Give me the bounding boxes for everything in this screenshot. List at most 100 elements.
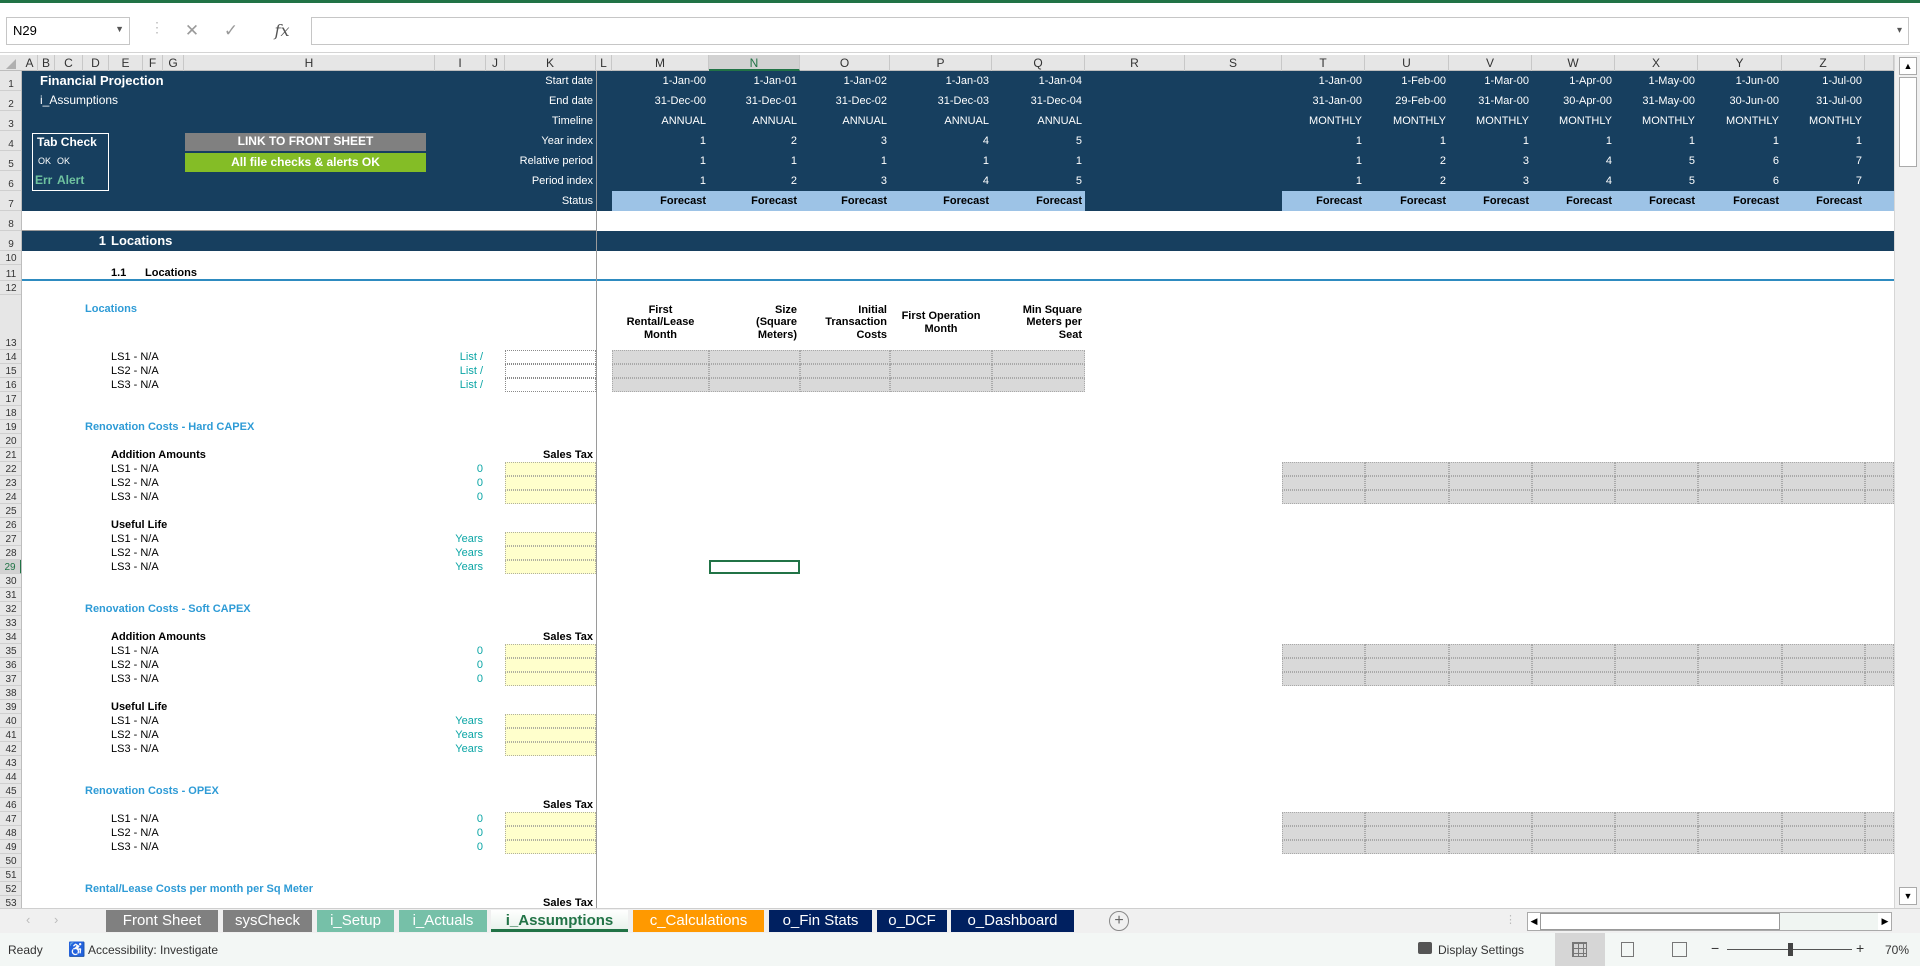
monthly-input-cell[interactable] [1365,490,1449,504]
row-header[interactable]: 41 [0,728,21,742]
monthly-input-cell[interactable] [1698,672,1782,686]
monthly-input-cell[interactable] [1698,812,1782,826]
monthly-input-cell[interactable] [1782,490,1865,504]
monthly-input-cell[interactable] [1698,826,1782,840]
vertical-scroll-thumb[interactable] [1899,77,1917,167]
column-header[interactable]: A [22,55,38,71]
row-header[interactable]: 2 [0,91,21,111]
row-header[interactable]: 5 [0,151,21,171]
row-header[interactable]: 39 [0,700,21,714]
column-header[interactable]: M [612,55,709,71]
vertical-scrollbar[interactable]: ▲ ▼ [1894,55,1920,908]
check-icon[interactable]: ✓ [216,17,246,45]
monthly-input-cell[interactable] [1865,462,1894,476]
column-header[interactable]: N [709,55,800,71]
column-header[interactable]: Y [1698,55,1782,71]
function-icon[interactable]: fx [267,17,297,45]
column-header[interactable]: R [1085,55,1185,71]
location-value-cell[interactable] [890,364,992,378]
column-header[interactable]: J [486,55,505,71]
monthly-input-cell[interactable] [1865,476,1894,490]
sheet-tab[interactable]: i_Assumptions [491,910,628,932]
horizontal-scroll-thumb[interactable] [1540,913,1780,930]
row-header[interactable]: 31 [0,588,21,602]
row-header[interactable]: 33 [0,616,21,630]
column-header[interactable]: D [83,55,109,71]
monthly-input-cell[interactable] [1865,826,1894,840]
location-value-cell[interactable] [800,378,890,392]
row-header[interactable]: 26 [0,518,21,532]
worksheet-grid[interactable]: Financial Projection i_Assumptions Tab Che… [22,71,1894,908]
monthly-input-cell[interactable] [1532,812,1615,826]
monthly-input-cell[interactable] [1365,644,1449,658]
monthly-input-cell[interactable] [1365,462,1449,476]
cancel-icon[interactable]: ✕ [177,17,207,45]
monthly-input-cell[interactable] [1532,490,1615,504]
monthly-input-cell[interactable] [1532,462,1615,476]
monthly-input-cell[interactable] [1782,462,1865,476]
row-header[interactable]: 51 [0,868,21,882]
row-header[interactable]: 21 [0,448,21,462]
location-input[interactable] [505,364,596,378]
select-all-icon[interactable] [6,59,16,69]
scroll-up-icon[interactable]: ▲ [1899,57,1917,75]
column-header[interactable]: W [1532,55,1615,71]
scroll-right-icon[interactable]: ▶ [1879,913,1891,930]
horizontal-scrollbar[interactable]: ◀ ▶ [1527,912,1892,931]
useful-life-input[interactable] [505,560,596,574]
location-value-cell[interactable] [612,364,709,378]
monthly-input-cell[interactable] [1865,644,1894,658]
row-header[interactable]: 12 [0,281,21,295]
monthly-input-cell[interactable] [1282,826,1365,840]
monthly-input-cell[interactable] [1865,840,1894,854]
accessibility-status[interactable]: Accessibility: Investigate [88,943,218,957]
monthly-input-cell[interactable] [1615,462,1698,476]
location-value-cell[interactable] [992,350,1085,364]
row-header[interactable]: 50 [0,854,21,868]
monthly-input-cell[interactable] [1449,658,1532,672]
monthly-input-cell[interactable] [1449,490,1532,504]
monthly-input-cell[interactable] [1782,812,1865,826]
scroll-left-icon[interactable]: ◀ [1528,913,1540,930]
column-header[interactable]: T [1282,55,1365,71]
row-header[interactable]: 44 [0,770,21,784]
row-header[interactable]: 25 [0,504,21,518]
location-value-cell[interactable] [800,364,890,378]
sales-tax-input[interactable] [505,840,596,854]
row-header[interactable]: 18 [0,406,21,420]
monthly-input-cell[interactable] [1615,490,1698,504]
chevron-down-icon[interactable]: ▼ [115,24,124,34]
location-value-cell[interactable] [709,378,800,392]
useful-life-input[interactable] [505,742,596,756]
column-header[interactable]: P [890,55,992,71]
row-header[interactable]: 53 [0,896,21,908]
location-value-cell[interactable] [612,378,709,392]
row-header[interactable]: 20 [0,434,21,448]
monthly-input-cell[interactable] [1449,462,1532,476]
monthly-input-cell[interactable] [1865,658,1894,672]
sales-tax-input[interactable] [505,812,596,826]
row-header[interactable]: 35 [0,644,21,658]
row-header[interactable]: 38 [0,686,21,700]
sales-tax-input[interactable] [505,644,596,658]
column-header[interactable]: B [38,55,55,71]
monthly-input-cell[interactable] [1615,840,1698,854]
monthly-input-cell[interactable] [1449,826,1532,840]
row-header[interactable]: 1 [0,71,21,91]
row-header[interactable]: 29 [0,560,21,574]
sheet-tab[interactable]: c_Calculations [633,910,764,932]
monthly-input-cell[interactable] [1365,826,1449,840]
sheet-tab[interactable]: Front Sheet [106,910,218,932]
monthly-input-cell[interactable] [1615,658,1698,672]
page-break-preview-icon[interactable] [1672,942,1687,957]
monthly-input-cell[interactable] [1532,476,1615,490]
row-header[interactable]: 3 [0,111,21,131]
column-header[interactable]: Z [1782,55,1865,71]
monthly-input-cell[interactable] [1282,490,1365,504]
location-value-cell[interactable] [890,350,992,364]
row-header[interactable]: 17 [0,392,21,406]
location-value-cell[interactable] [992,364,1085,378]
row-header[interactable]: 43 [0,756,21,770]
row-header[interactable]: 34 [0,630,21,644]
monthly-input-cell[interactable] [1365,812,1449,826]
